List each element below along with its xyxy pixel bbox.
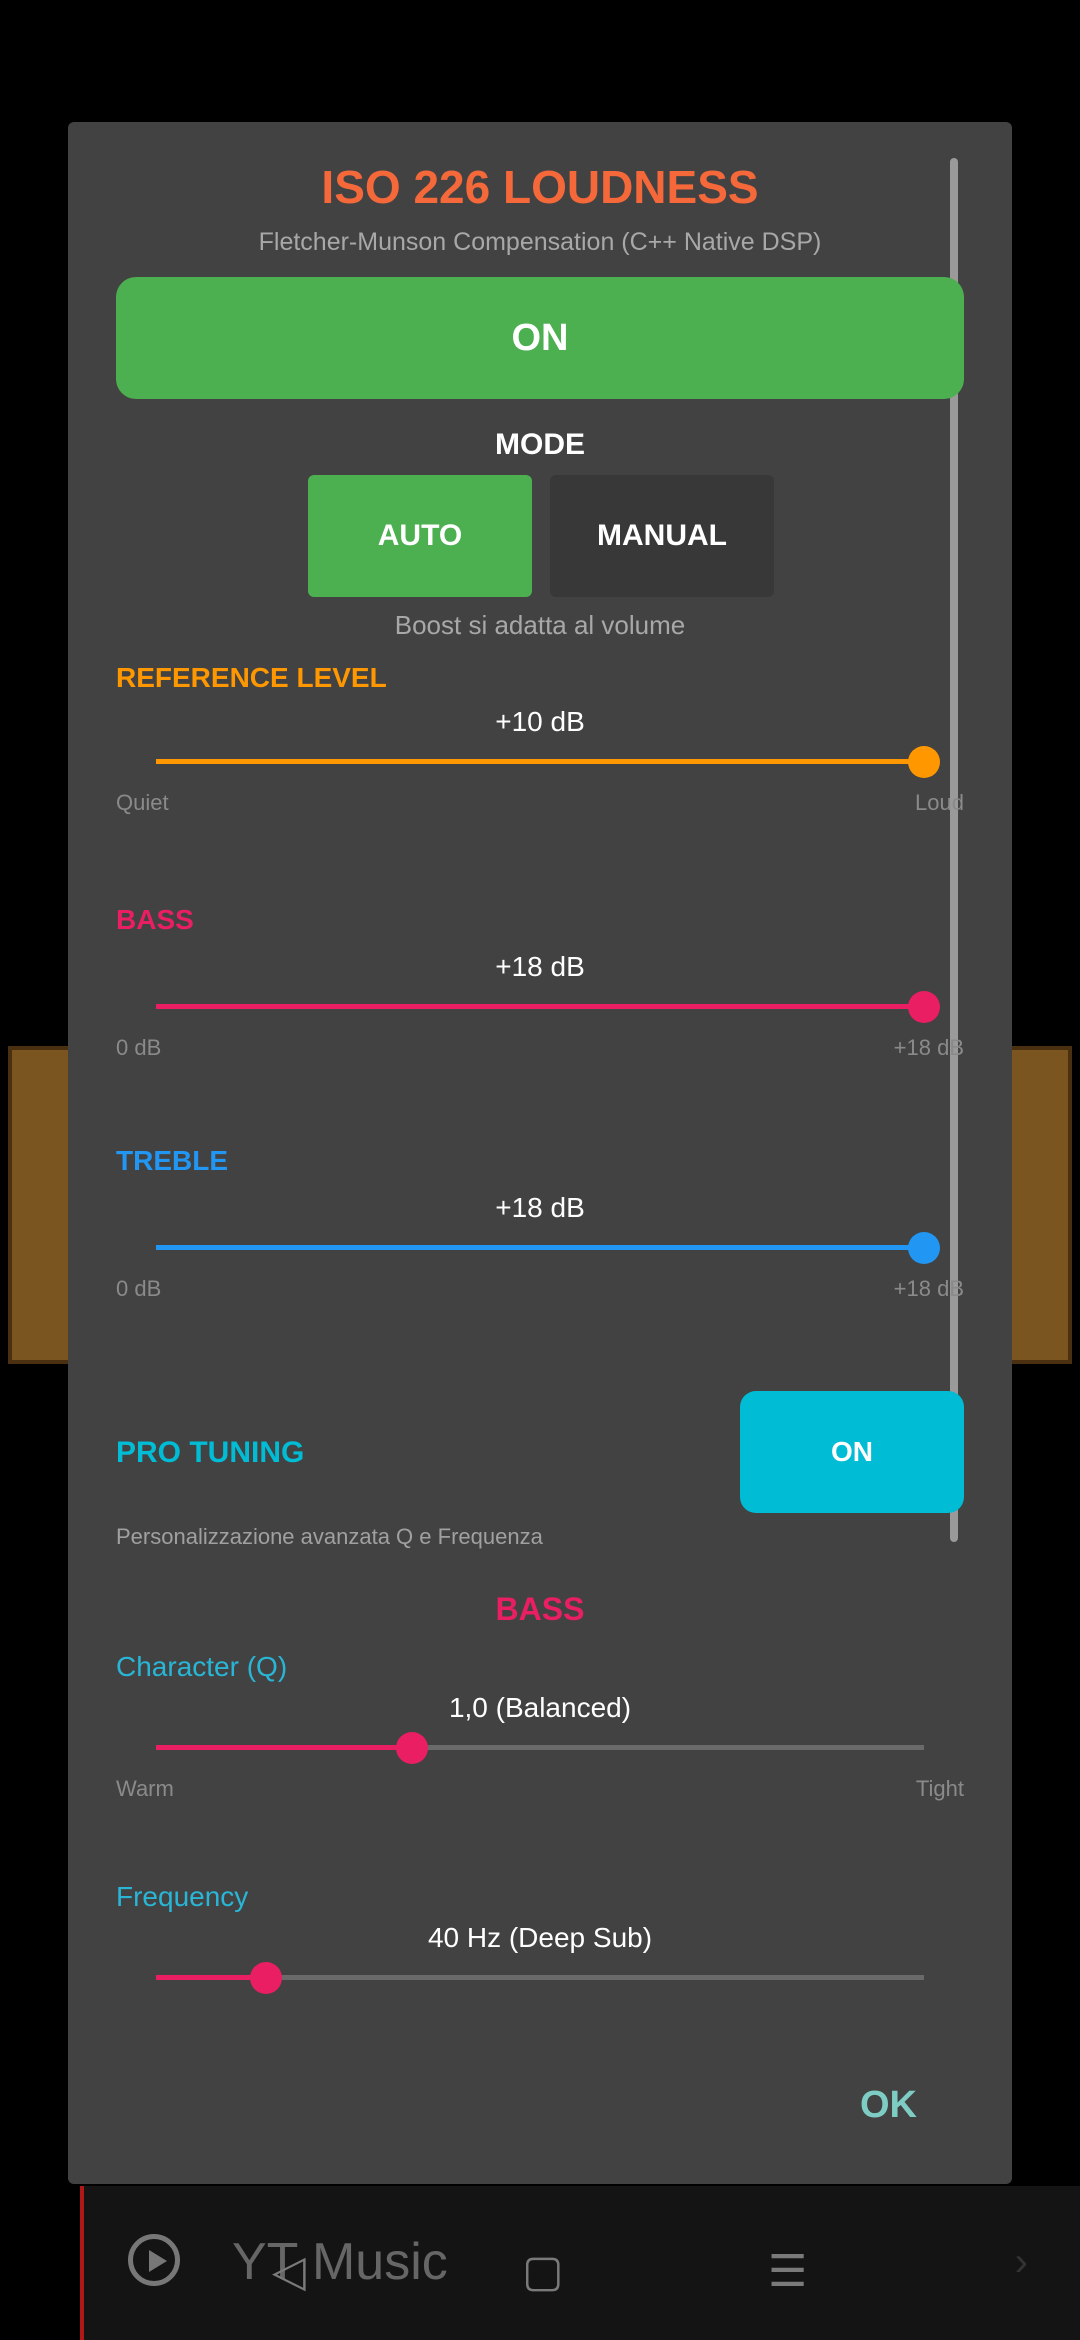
nav-home-icon[interactable]: ▢	[522, 2250, 564, 2294]
mode-manual-button[interactable]: MANUAL	[550, 475, 774, 597]
pro-bass-header: BASS	[495, 1591, 585, 1627]
nav-recents-icon[interactable]: ☰	[768, 2250, 807, 2294]
pro-tuning-toggle[interactable]: ON	[740, 1391, 964, 1513]
reference-level-slider-fill	[156, 759, 924, 764]
nav-back-icon[interactable]: ◁	[272, 2250, 306, 2294]
treble-label: TREBLE	[116, 1145, 228, 1176]
treble-slider-fill	[156, 1245, 924, 1250]
ok-button[interactable]: OK	[860, 2084, 917, 2127]
character-q-max-label: Tight	[915, 1776, 964, 1801]
mode-hint: Boost si adatta al volume	[394, 610, 686, 640]
reference-level-slider-thumb[interactable]	[908, 746, 940, 778]
treble-value: +18 dB	[495, 1192, 585, 1223]
mode-auto-button[interactable]: AUTO	[308, 475, 532, 597]
character-q-slider-thumb[interactable]	[395, 1732, 428, 1764]
frequency-label: Frequency	[116, 1881, 249, 1912]
treble-max-label: +18 dB	[893, 1276, 964, 1301]
loudness-power-toggle[interactable]: ON	[116, 277, 964, 399]
frequency-value: 40 Hz (Deep Sub)	[427, 1922, 653, 1953]
character-q-value: 1,0 (Balanced)	[448, 1692, 632, 1723]
pro-tuning-label: PRO TUNING	[116, 1436, 305, 1469]
bass-slider-fill	[156, 1004, 924, 1009]
dialog-subtitle: Fletcher-Munson Compensation (C++ Native…	[258, 228, 822, 256]
frequency-slider-thumb[interactable]	[249, 1962, 282, 1994]
mode-label: MODE	[495, 428, 585, 461]
play-icon	[128, 2234, 180, 2286]
treble-slider-thumb[interactable]	[908, 1232, 940, 1264]
reference-level-label: REFERENCE LEVEL	[116, 662, 387, 693]
bass-min-label: 0 dB	[116, 1035, 162, 1060]
character-q-min-label: Warm	[116, 1776, 174, 1801]
treble-min-label: 0 dB	[116, 1276, 162, 1301]
bass-value: +18 dB	[495, 951, 585, 982]
reference-level-value: +10 dB	[495, 706, 585, 737]
reference-level-min-label: Quiet	[116, 790, 169, 815]
bass-label: BASS	[116, 904, 194, 935]
dialog-title: ISO 226 LOUDNESS	[321, 161, 759, 213]
mini-player-title: YT Music	[232, 2233, 448, 2291]
character-q-slider-fill	[156, 1745, 412, 1750]
bass-slider-thumb[interactable]	[908, 991, 940, 1023]
pro-tuning-description: Personalizzazione avanzata Q e Frequenza	[116, 1524, 543, 1549]
character-q-label: Character (Q)	[116, 1651, 288, 1682]
mini-player-bar	[80, 2186, 1080, 2340]
bass-max-label: +18 dB	[893, 1035, 964, 1060]
reference-level-max-label: Loud	[915, 790, 964, 815]
chevron-right-icon: ›	[1014, 2240, 1028, 2284]
